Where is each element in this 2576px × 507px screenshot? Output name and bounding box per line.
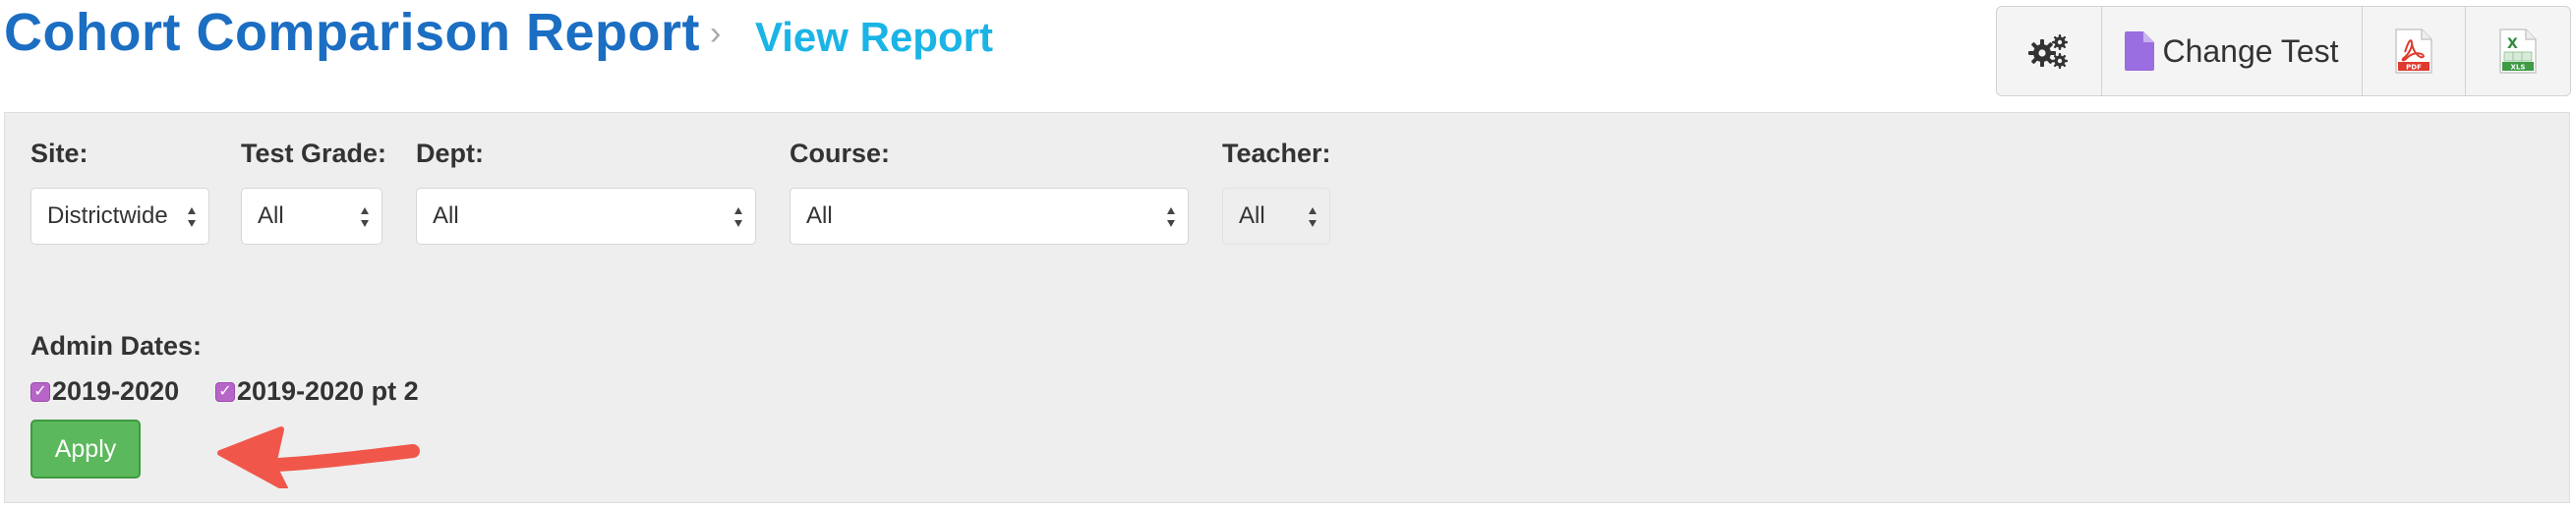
dept-select[interactable]: All xyxy=(416,188,756,245)
xls-badge-text: XLS xyxy=(2511,64,2526,72)
select-arrows-icon xyxy=(734,207,742,227)
test-grade-select-value: All xyxy=(258,202,284,229)
site-label: Site: xyxy=(30,139,88,168)
annotation-arrow xyxy=(217,426,420,488)
select-arrows-icon xyxy=(1309,207,1317,227)
test-grade-label: Test Grade: xyxy=(241,139,387,168)
admin-date-label: 2019-2020 xyxy=(52,376,180,406)
teacher-label: Teacher: xyxy=(1222,139,1331,168)
course-select[interactable]: All xyxy=(790,188,1189,245)
settings-button[interactable] xyxy=(1996,6,2102,96)
filter-panel: Site: Districtwide Test Grade: All Dept:… xyxy=(4,112,2570,503)
breadcrumb-separator: › xyxy=(710,15,722,52)
course-select-value: All xyxy=(806,202,833,229)
change-test-button[interactable]: Change Test xyxy=(2101,6,2363,96)
excel-file-icon: X XLS xyxy=(2499,28,2537,74)
page-title: Cohort Comparison Report xyxy=(4,3,700,62)
site-select[interactable]: Districtwide xyxy=(30,188,209,245)
select-arrows-icon xyxy=(361,207,369,227)
apply-button[interactable]: Apply xyxy=(30,420,141,479)
teacher-select-value: All xyxy=(1239,202,1265,229)
pdf-file-icon: PDF xyxy=(2395,28,2432,74)
export-excel-button[interactable]: X XLS xyxy=(2465,6,2571,96)
dept-select-value: All xyxy=(433,202,459,229)
dept-label: Dept: xyxy=(416,139,484,168)
select-arrows-icon xyxy=(188,207,196,227)
change-test-label: Change Test xyxy=(2162,32,2339,69)
pdf-badge-text: PDF xyxy=(2406,64,2422,72)
report-header: Cohort Comparison Report › View Report C… xyxy=(0,0,2576,108)
select-arrows-icon xyxy=(1167,207,1175,227)
admin-date-label: 2019-2020 pt 2 xyxy=(237,376,419,406)
admin-date-option-2019-2020[interactable]: ✓ 2019-2020 xyxy=(30,376,179,407)
checkbox-checked-icon[interactable]: ✓ xyxy=(215,381,235,402)
report-toolbar: Change Test PDF X XLS xyxy=(1996,6,2571,98)
file-icon xyxy=(2125,31,2155,71)
export-pdf-button[interactable]: PDF xyxy=(2362,6,2466,96)
teacher-select[interactable]: All xyxy=(1222,188,1330,245)
site-select-value: Districtwide xyxy=(47,202,168,229)
admin-date-option-2019-2020-pt2[interactable]: ✓ 2019-2020 pt 2 xyxy=(215,376,419,407)
course-label: Course: xyxy=(790,139,891,168)
checkbox-checked-icon[interactable]: ✓ xyxy=(30,381,50,402)
test-grade-select[interactable]: All xyxy=(241,188,382,245)
gears-icon xyxy=(2028,34,2068,69)
admin-dates-label: Admin Dates: xyxy=(30,331,203,361)
xls-mark-text: X xyxy=(2507,36,2518,52)
breadcrumb-current[interactable]: View Report xyxy=(755,14,993,61)
